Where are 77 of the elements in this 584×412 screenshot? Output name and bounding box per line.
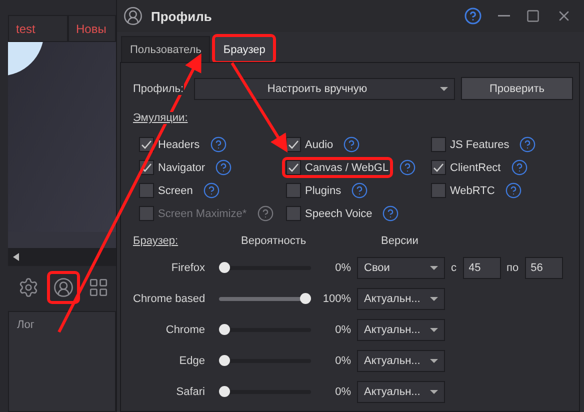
caret-icon (430, 296, 438, 300)
version-select[interactable]: Актуальн... (357, 288, 445, 310)
help-icon[interactable] (398, 159, 416, 176)
slider-thumb[interactable] (219, 386, 230, 397)
scroll-left-icon[interactable] (13, 253, 19, 261)
section-title: Эмуляции: (133, 112, 188, 124)
slider[interactable] (219, 293, 311, 304)
browser-name: Edge (178, 354, 205, 368)
input-field[interactable]: 56 (524, 256, 563, 278)
version-select[interactable]: Актуальн... (357, 380, 445, 402)
caret-icon (430, 328, 438, 332)
browser-name: Safari (175, 384, 205, 398)
percent-value: 0% (334, 262, 351, 274)
browser-name: Firefox (170, 260, 205, 274)
caret-icon (430, 390, 438, 394)
maximize-icon (526, 9, 540, 23)
slider-thumb[interactable] (300, 293, 311, 304)
version-select[interactable]: Свои (357, 256, 445, 278)
percent-value: 100% (322, 292, 351, 304)
browser-name: Chrome (164, 322, 205, 336)
help-icon (464, 7, 482, 25)
slider-thumb[interactable] (219, 262, 230, 273)
help-icon[interactable] (510, 159, 528, 176)
checkbox[interactable]: Speech Voice (284, 205, 374, 222)
checkbox[interactable]: Headers (137, 136, 202, 153)
percent-value: 0% (334, 386, 351, 398)
slider-thumb[interactable] (219, 355, 230, 366)
help-icon[interactable] (210, 136, 227, 153)
checkbox[interactable]: WebRTC (429, 182, 497, 199)
input-field[interactable]: 45 (462, 256, 500, 278)
checkbox[interactable]: JS Features (429, 136, 512, 153)
caret-icon (430, 358, 438, 362)
checkbox[interactable]: Plugins (284, 182, 344, 199)
help-icon[interactable] (202, 182, 220, 199)
slider[interactable] (219, 324, 311, 335)
tab[interactable]: Пользователь (121, 36, 210, 62)
help-icon[interactable] (504, 182, 522, 199)
help-icon[interactable] (351, 182, 368, 199)
check-button[interactable]: Проверить (461, 77, 573, 100)
help-icon[interactable] (382, 205, 400, 222)
checkbox[interactable]: Audio (284, 136, 336, 153)
help-icon[interactable] (519, 136, 536, 153)
version-select[interactable]: Актуальн... (357, 318, 445, 340)
column-header: Вероятность (241, 235, 306, 247)
browser-name: Chrome based (133, 292, 205, 306)
minimize-icon (498, 15, 510, 17)
check-icon (141, 140, 152, 149)
checkbox[interactable]: Canvas / WebGL (284, 159, 391, 176)
tab[interactable]: Браузер (214, 36, 274, 62)
user-icon (123, 6, 143, 26)
tab[interactable]: Новы (68, 15, 116, 42)
panel-title: Лог (8, 311, 116, 412)
checkbox[interactable]: Navigator (137, 159, 208, 176)
column-header: Версии (381, 235, 418, 247)
check-icon (141, 163, 152, 172)
slider-thumb[interactable] (219, 324, 230, 335)
check-icon (288, 140, 299, 149)
help-icon[interactable] (256, 205, 274, 222)
field-label: Профиль: (133, 82, 184, 94)
checkbox[interactable]: ClientRect (429, 159, 503, 176)
slider[interactable] (219, 386, 311, 397)
version-select[interactable]: Актуальн... (357, 350, 445, 372)
percent-value: 0% (334, 324, 351, 336)
caret-icon (430, 266, 438, 270)
user-icon[interactable] (49, 272, 78, 302)
tab[interactable]: test (8, 15, 68, 42)
help-icon[interactable] (215, 159, 232, 176)
profile-select[interactable]: Настроить вручную (194, 78, 455, 100)
checkbox[interactable]: Screen (137, 182, 195, 199)
check-icon (288, 163, 299, 172)
window-title: Профиль (151, 8, 213, 24)
check-icon (433, 163, 444, 172)
slider[interactable] (219, 355, 311, 366)
help-icon[interactable] (343, 136, 360, 153)
caret-icon (440, 86, 448, 90)
slider[interactable] (219, 262, 311, 273)
percent-value: 0% (334, 354, 351, 366)
